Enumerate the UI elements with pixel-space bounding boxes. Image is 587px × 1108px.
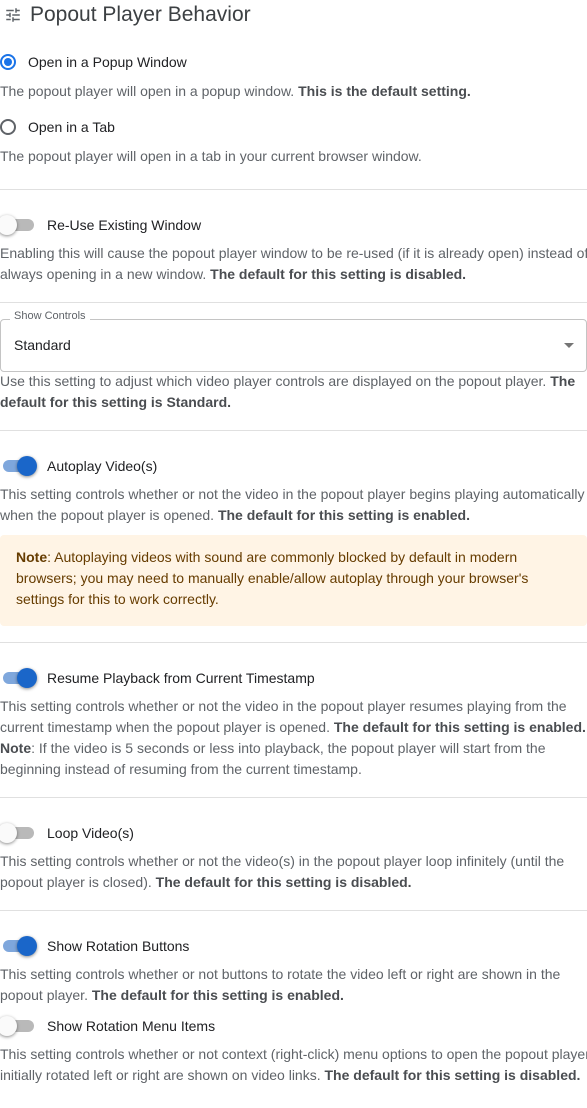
autoplay-row[interactable]: Autoplay Video(s) [0, 456, 157, 476]
popup-default-note: This is the default setting. [298, 83, 471, 99]
section-title: Popout Player Behavior [30, 3, 251, 26]
rotation-buttons-toggle[interactable] [0, 936, 37, 956]
show-controls-label: Show Controls [10, 310, 90, 322]
resume-playback-toggle[interactable] [0, 668, 37, 688]
show-controls-description: Use this setting to adjust which video p… [0, 373, 576, 410]
reuse-window-row[interactable]: Re-Use Existing Window [0, 215, 201, 235]
loop-row[interactable]: Loop Video(s) [0, 823, 134, 843]
rotation-buttons-label: Show Rotation Buttons [47, 938, 190, 954]
divider [0, 430, 587, 431]
divider [0, 797, 587, 798]
radio-tab-label: Open in a Tab [28, 119, 115, 135]
reuse-window-toggle[interactable] [0, 215, 37, 235]
rotation-menu-toggle[interactable] [0, 1016, 37, 1036]
autoplay-note: Note: Autoplaying videos with sound are … [0, 535, 587, 626]
section-header: Popout Player Behavior [4, 2, 251, 28]
loop-label: Loop Video(s) [47, 825, 134, 841]
rotation-menu-row[interactable]: Show Rotation Menu Items [0, 1016, 215, 1036]
radio-option-tab[interactable]: Open in a Tab [0, 118, 115, 136]
popup-description: The popout player will open in a popup w… [0, 83, 471, 99]
reuse-window-description: Enabling this will cause the popout play… [0, 245, 587, 282]
autoplay-toggle[interactable] [0, 456, 37, 476]
radio-popup[interactable] [0, 54, 16, 70]
rotation-menu-description: This setting controls whether or not con… [0, 1046, 587, 1083]
autoplay-label: Autoplay Video(s) [47, 458, 158, 474]
reuse-window-label: Re-Use Existing Window [47, 217, 202, 233]
divider [0, 642, 587, 643]
show-controls-value: Standard [14, 337, 71, 353]
rotation-buttons-row[interactable]: Show Rotation Buttons [0, 936, 189, 956]
loop-description: This setting controls whether or not the… [0, 853, 565, 890]
radio-option-popup[interactable]: Open in a Popup Window [0, 53, 187, 71]
rotation-buttons-description: This setting controls whether or not but… [0, 966, 561, 1003]
divider [0, 189, 587, 190]
divider [0, 302, 587, 303]
rotation-menu-label: Show Rotation Menu Items [47, 1018, 216, 1034]
resume-playback-row[interactable]: Resume Playback from Current Timestamp [0, 668, 315, 688]
divider [0, 910, 587, 911]
loop-toggle[interactable] [0, 823, 37, 843]
tab-description: The popout player will open in a tab in … [0, 148, 422, 164]
resume-playback-label: Resume Playback from Current Timestamp [47, 670, 315, 686]
autoplay-description: This setting controls whether or not the… [0, 486, 585, 523]
radio-popup-label: Open in a Popup Window [28, 54, 187, 70]
resume-playback-description: This setting controls whether or not the… [0, 698, 586, 777]
show-controls-select[interactable] [0, 319, 587, 372]
tune-icon [6, 8, 20, 22]
radio-tab[interactable] [0, 119, 16, 135]
settings-panel: Popout Player Behavior Open in a Popup W… [0, 0, 587, 1108]
dropdown-arrow-icon[interactable] [564, 343, 574, 348]
